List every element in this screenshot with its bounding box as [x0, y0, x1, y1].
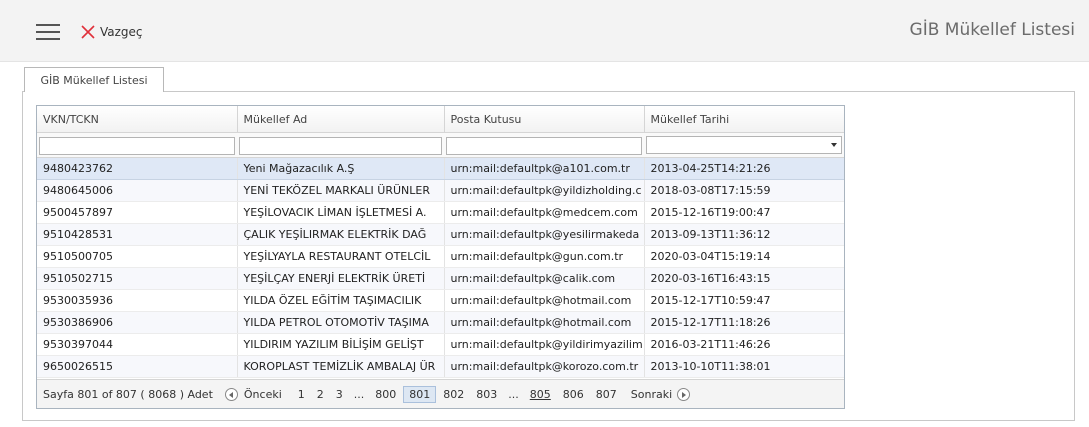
table-cell: 9650026515 [37, 355, 238, 378]
table-cell: 2016-03-21T11:46:26 [644, 333, 844, 356]
next-page-button[interactable]: Sonraki [630, 387, 691, 401]
table-row[interactable]: 9480423762 Yeni Mağazacılık A.Ş urn:mail:d… [37, 157, 844, 180]
chevron-left-icon [224, 387, 238, 401]
table-cell: urn:mail:defaultpk@calik.com [444, 267, 645, 290]
table-row[interactable]: 9500457897 YEŞİLOVACIK LİMAN İŞLETMESİ A.… [37, 201, 844, 224]
cancel-button[interactable]: Vazgeç [80, 23, 143, 41]
table-cell: 2015-12-17T10:59:47 [644, 289, 844, 312]
table-cell: 9480423762 [37, 157, 238, 180]
table-cell: YEŞİLÇAY ENERJİ ELEKTRİK ÜRETİ [237, 267, 445, 290]
table-cell: urn:mail:defaultpk@korozo.com.tr [444, 355, 645, 378]
filter-mukellef-ad-input[interactable] [239, 137, 442, 156]
table-cell: urn:mail:defaultpk@a101.com.tr [444, 157, 645, 180]
pager-ellipsis: ... [353, 387, 365, 401]
chevron-right-icon [677, 387, 691, 401]
table-row[interactable]: 9530035936 YILDA ÖZEL EĞİTİM TAŞIMACILIK u… [37, 289, 844, 312]
table-cell: urn:mail:defaultpk@yildirimyazilim [444, 333, 645, 356]
page-number-button[interactable]: 801 [403, 385, 437, 403]
table-row[interactable]: 9510428531 ÇALIK YEŞİLIRMAK ELEKTRİK DAĞ u… [37, 223, 844, 246]
page-title: GİB Mükellef Listesi [909, 20, 1075, 40]
table-cell: YILDIRIM YAZILIM BİLİŞİM GELİŞT [237, 333, 445, 356]
pager: Sayfa 801 of 807 ( 8068 ) Adet Önceki 12… [37, 379, 844, 408]
table-cell: YEŞİLYAYLA RESTAURANT OTELCİL [237, 245, 445, 268]
table-cell: 2018-03-08T17:15:59 [644, 179, 844, 202]
table-cell: 9530035936 [37, 289, 238, 312]
page-number-button[interactable]: 1 [293, 387, 310, 402]
table-cell: urn:mail:defaultpk@yildizholding.c [444, 179, 645, 202]
table-cell: 2013-04-25T14:21:26 [644, 157, 844, 180]
pager-summary: Sayfa 801 of 807 ( 8068 ) Adet [43, 387, 213, 401]
cancel-button-label: Vazgeç [100, 25, 143, 39]
column-header-posta-kutusu[interactable]: Posta Kutusu [444, 106, 645, 133]
page-number-button[interactable]: 2 [312, 387, 329, 402]
top-toolbar: Vazgeç GİB Mükellef Listesi [0, 0, 1089, 62]
column-header-mukellef-tarihi[interactable]: Mükellef Tarihi [644, 106, 844, 133]
table-cell: YEŞİLOVACIK LİMAN İŞLETMESİ A. [237, 201, 445, 224]
table-cell: ÇALIK YEŞİLIRMAK ELEKTRİK DAĞ [237, 223, 445, 246]
table-cell: 9480645006 [37, 179, 238, 202]
pager-ellipsis: ... [508, 387, 519, 401]
table-row[interactable]: 9510500705 YEŞİLYAYLA RESTAURANT OTELCİL u… [37, 245, 844, 268]
table-cell: 9500457897 [37, 201, 238, 224]
page-number-button[interactable]: 806 [558, 387, 589, 402]
chevron-down-icon [831, 143, 837, 147]
table-cell: Yeni Mağazacılık A.Ş [237, 157, 445, 180]
taxpayer-grid: VKN/TCKN Mükellef Ad Posta Kutusu Mükell… [36, 105, 845, 409]
table-cell: urn:mail:defaultpk@hotmail.com [444, 311, 645, 334]
page-number-button[interactable]: 805 [525, 387, 556, 402]
previous-page-button[interactable]: Önceki [224, 387, 282, 401]
column-header-vkn[interactable]: VKN/TCKN [37, 106, 238, 133]
table-cell: 9510502715 [37, 267, 238, 290]
table-cell: 2015-12-17T11:18:26 [644, 311, 844, 334]
table-cell: 2020-03-16T16:43:15 [644, 267, 844, 290]
table-row[interactable]: 9510502715 YEŞİLÇAY ENERJİ ELEKTRİK ÜRETİ… [37, 267, 844, 290]
table-row[interactable]: 9650026515 KOROPLAST TEMİZLİK AMBALAJ ÜR u… [37, 355, 844, 378]
page-number-button[interactable]: 802 [438, 387, 469, 402]
table-cell: YENİ TEKÖZEL MARKALI ÜRÜNLER [237, 179, 445, 202]
table-cell: YILDA ÖZEL EĞİTİM TAŞIMACILIK [237, 289, 445, 312]
next-page-label: Sonraki [630, 387, 673, 401]
table-cell: urn:mail:defaultpk@hotmail.com [444, 289, 645, 312]
hamburger-menu-icon[interactable] [36, 24, 60, 41]
filter-date-dropdown[interactable] [646, 136, 842, 154]
table-cell: KOROPLAST TEMİZLİK AMBALAJ ÜR [237, 355, 445, 378]
filter-vkn-input[interactable] [39, 137, 235, 156]
table-cell: 9530386906 [37, 311, 238, 334]
previous-page-label: Önceki [243, 387, 282, 401]
column-header-mukellef-ad[interactable]: Mükellef Ad [237, 106, 445, 133]
table-cell: 9510500705 [37, 245, 238, 268]
tab-gib-mukellef-listesi[interactable]: GİB Mükellef Listesi [24, 67, 164, 92]
page-number-button[interactable]: 807 [591, 387, 622, 402]
page-number-button[interactable]: 800 [370, 387, 401, 402]
table-cell: 9530397044 [37, 333, 238, 356]
page-number-button[interactable]: 3 [331, 387, 348, 402]
table-cell: 2015-12-16T19:00:47 [644, 201, 844, 224]
table-row[interactable]: 9530397044 YILDIRIM YAZILIM BİLİŞİM GELİŞ… [37, 333, 844, 356]
table-row[interactable]: 9530386906 YILDA PETROL OTOMOTİV TAŞIMA ur… [37, 311, 844, 334]
table-cell: urn:mail:defaultpk@yesilirmakeda [444, 223, 645, 246]
table-cell: 2013-09-13T11:36:12 [644, 223, 844, 246]
table-cell: 2020-03-04T15:19:14 [644, 245, 844, 268]
table-row[interactable]: 9480645006 YENİ TEKÖZEL MARKALI ÜRÜNLER ur… [37, 179, 844, 202]
table-cell: urn:mail:defaultpk@gun.com.tr [444, 245, 645, 268]
close-x-icon [81, 25, 95, 39]
table-cell: 2013-10-10T11:38:01 [644, 355, 844, 378]
table-cell: 9510428531 [37, 223, 238, 246]
table-cell: YILDA PETROL OTOMOTİV TAŞIMA [237, 311, 445, 334]
table-cell: urn:mail:defaultpk@medcem.com [444, 201, 645, 224]
filter-posta-kutusu-input[interactable] [446, 137, 642, 156]
page-number-button[interactable]: 803 [471, 387, 502, 402]
